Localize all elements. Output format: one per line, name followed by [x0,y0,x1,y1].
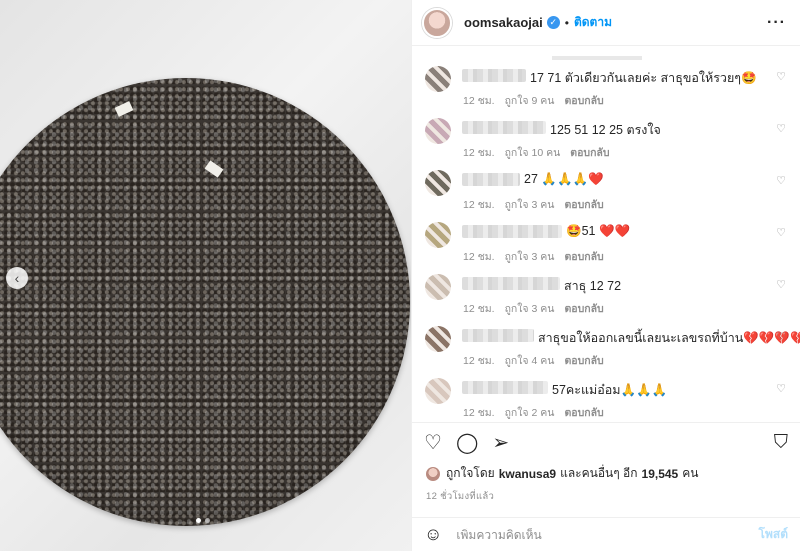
author-username[interactable]: oomsakaojai [464,15,543,30]
likes-middle: และคนอื่นๆ อีก [560,466,638,480]
more-options-icon[interactable]: ··· [767,14,786,32]
commenter-avatar[interactable] [425,66,451,92]
comment-meta: 12 ชม. ถูกใจ 2 คน ตอบกลับ [463,404,604,421]
add-comment-bar: ☺ โพสต์ [412,517,800,551]
reply-button[interactable]: ตอบกลับ [564,352,603,369]
post-side-panel: oomsakaojai ✓ • ติดตาม ··· 17 71 ตัวเดีย… [411,0,800,551]
commenter-avatar[interactable] [425,326,451,352]
comment-time[interactable]: 12 ชม. [463,300,495,317]
emoji-icon[interactable]: ☺ [424,524,442,545]
blurred-username[interactable] [462,381,548,394]
comment-text: 125 51 12 25 ตรงใจ [550,123,661,137]
author-avatar[interactable] [422,7,452,38]
comments-list[interactable]: 17 71 ตัวเดียวกันเลยค่ะ สาธุขอให้รวยๆ🤩 12… [412,46,800,422]
comment-text: สาธุ 12 72 [564,279,622,293]
comment-meta: 12 ชม. ถูกใจ 3 คน ตอบกลับ [463,300,604,317]
clipped-comment-top [412,46,800,60]
commenter-avatar[interactable] [425,274,451,300]
blurred-username[interactable] [462,121,546,134]
separator-dot: • [564,15,569,30]
comment-like-heart-icon[interactable]: ♡ [776,122,786,135]
reply-button[interactable]: ตอบกลับ [564,300,603,317]
blurred-username[interactable] [462,277,560,290]
commenter-avatar[interactable] [425,170,451,196]
carousel-dot [205,518,210,523]
comment-time[interactable]: 12 ชม. [463,196,495,213]
comment-icon[interactable]: ◯ [456,433,478,453]
comment-text: 57คะแม่อ๋อม🙏🙏🙏 [552,383,668,397]
comment-time[interactable]: 12 ชม. [463,92,495,109]
post-button[interactable]: โพสต์ [759,525,788,544]
post-header: oomsakaojai ✓ • ติดตาม ··· [412,0,800,46]
comment-likes[interactable]: ถูกใจ 2 คน [505,404,555,421]
comment-like-heart-icon[interactable]: ♡ [776,226,786,239]
comment-time[interactable]: 12 ชม. [463,404,495,421]
blurred-username[interactable] [462,173,520,186]
comment-item: 🤩51 ❤️❤️ 12 ชม. ถูกใจ 3 คน ตอบกลับ ♡ [412,216,800,268]
comment-meta: 12 ชม. ถูกใจ 9 คน ตอบกลับ [463,92,604,109]
reply-button[interactable]: ตอบกลับ [564,404,603,421]
share-icon[interactable]: ➢ [492,433,509,453]
comment-likes[interactable]: ถูกใจ 10 คน [505,144,561,161]
comment-meta: 12 ชม. ถูกใจ 3 คน ตอบกลับ [463,196,604,213]
blurred-username[interactable] [462,225,562,238]
reply-button[interactable]: ตอบกลับ [564,92,603,109]
likes-count[interactable]: 19,545 [642,467,679,481]
comment-likes[interactable]: ถูกใจ 3 คน [505,196,555,213]
post-time: 12 ชั่วโมงที่แล้ว [426,491,495,502]
actions-bar: ♡ ◯ ➢ ⛉ [412,422,800,462]
comment-item: สาธุ 12 72 12 ชม. ถูกใจ 3 คน ตอบกลับ ♡ [412,268,800,320]
bookmark-icon[interactable]: ⛉ [774,433,788,452]
comment-meta: 12 ชม. ถูกใจ 10 คน ตอบกลับ [463,144,610,161]
carousel-dot [196,518,201,523]
liker-username[interactable]: kwanusa9 [499,467,556,481]
blurred-username[interactable] [462,329,534,342]
reply-button[interactable]: ตอบกลับ [570,144,609,161]
comment-like-heart-icon[interactable]: ♡ [776,278,786,291]
reply-button[interactable]: ตอบกลับ [564,196,603,213]
comment-time[interactable]: 12 ชม. [463,144,495,161]
liker-avatar [426,466,440,481]
follow-button[interactable]: ติดตาม [574,13,612,32]
comment-like-heart-icon[interactable]: ♡ [776,174,786,187]
comment-text: 27 🙏🙏🙏❤️ [524,172,604,186]
comment-item: 27 🙏🙏🙏❤️ 12 ชม. ถูกใจ 3 คน ตอบกลับ ♡ [412,164,800,216]
blurred-username[interactable] [462,69,526,82]
comment-text: 17 71 ตัวเดียวกันเลยค่ะ สาธุขอให้รวยๆ🤩 [530,71,757,85]
carousel-prev-button[interactable]: ‹ [6,267,28,289]
commenter-avatar[interactable] [425,222,451,248]
post-media[interactable]: ‹ [0,0,411,551]
comment-meta: 12 ชม. ถูกใจ 3 คน ตอบกลับ [463,248,604,265]
comment-time[interactable]: 12 ชม. [463,352,495,369]
comment-item: 57คะแม่อ๋อม🙏🙏🙏 12 ชม. ถูกใจ 2 คน ตอบกลับ ♡ [412,372,800,422]
comment-item: 125 51 12 25 ตรงใจ 12 ชม. ถูกใจ 10 คน ตอบกล… [412,112,800,164]
chevron-left-icon: ‹ [14,270,20,286]
comment-time[interactable]: 12 ชม. [463,248,495,265]
comment-text: สาธุขอให้ออกเลขนี้เลยนะเลขรถที่บ้าน💔💔💔💔 [538,331,800,345]
comment-meta: 12 ชม. ถูกใจ 4 คน ตอบกลับ [463,352,604,369]
comment-item: 17 71 ตัวเดียวกันเลยค่ะ สาธุขอให้รวยๆ🤩 12… [412,60,800,112]
commenter-avatar[interactable] [425,118,451,144]
verified-badge-icon: ✓ [546,16,560,29]
comment-likes[interactable]: ถูกใจ 9 คน [505,92,555,109]
comment-item: สาธุขอให้ออกเลขนี้เลยนะเลขรถที่บ้าน💔💔💔💔 1… [412,320,800,372]
comment-likes[interactable]: ถูกใจ 4 คน [505,352,555,369]
carousel-dots [196,518,210,523]
comment-like-heart-icon[interactable]: ♡ [776,382,786,395]
comment-text: 🤩51 ❤️❤️ [566,224,631,238]
likes-summary[interactable]: ถูกใจโดย kwanusa9 และคนอื่นๆ อีก 19,545 … [426,464,698,483]
reply-button[interactable]: ตอบกลับ [564,248,603,265]
comment-input[interactable] [456,527,759,542]
likes-suffix: คน [682,466,699,480]
comment-like-heart-icon[interactable]: ♡ [776,330,786,343]
likes-prefix: ถูกใจโดย [446,466,495,480]
comment-like-heart-icon[interactable]: ♡ [776,70,786,83]
comment-likes[interactable]: ถูกใจ 3 คน [505,300,555,317]
commenter-avatar[interactable] [425,378,451,404]
comment-likes[interactable]: ถูกใจ 3 คน [505,248,555,265]
heart-icon[interactable]: ♡ [424,433,442,453]
